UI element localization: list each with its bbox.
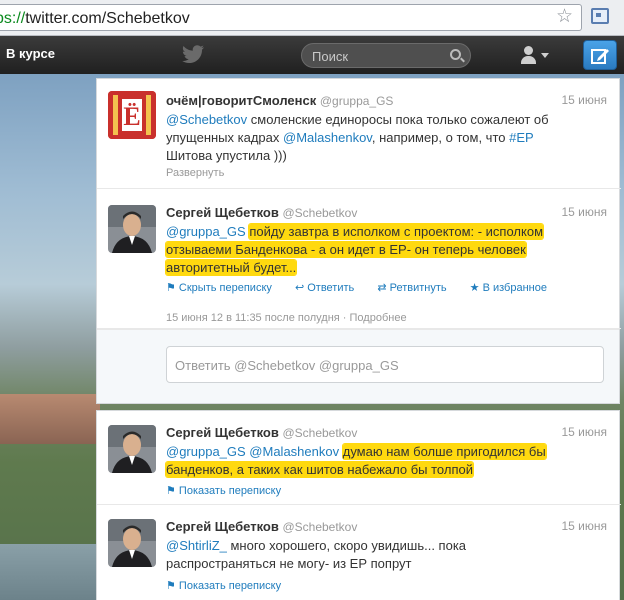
expand-link[interactable]: Развернуть xyxy=(166,167,224,179)
tweet-text: @ShtirliZ_ много хорошего, скоро увидишь… xyxy=(166,538,467,571)
tweet-time[interactable]: 15 июня xyxy=(561,93,607,107)
browser-address-bar: ps://twitter.com/Schebetkov ☆ xyxy=(0,0,624,36)
show-conversation-link[interactable]: ⚑ Показать переписку xyxy=(166,579,281,592)
reply-input[interactable] xyxy=(175,356,595,374)
avatar[interactable] xyxy=(108,519,156,567)
tweet-author[interactable]: Сергей Щебетков @Schebetkov xyxy=(166,425,357,440)
tweet-detail[interactable]: 15 июня 12 в 11:35 после полудня · Подро… xyxy=(166,312,407,324)
tweet-author[interactable]: Сергей Щебетков @Schebetkov xyxy=(166,205,357,220)
tweet-time[interactable]: 15 июня xyxy=(561,519,607,533)
search-icon[interactable] xyxy=(450,49,461,60)
tweet-author[interactable]: очём|говоритСмоленск @gruppa_GS xyxy=(166,93,393,108)
avatar[interactable] xyxy=(108,205,156,253)
user-menu-icon[interactable] xyxy=(520,46,552,66)
tweet-text: @gruppa_GS @Malashenkov думаю нам болше … xyxy=(166,444,546,477)
retweet-button[interactable]: ⇄ Ретвитнуть xyxy=(377,282,456,294)
bookmark-star-icon[interactable]: ☆ xyxy=(556,7,573,27)
tweet-time[interactable]: 15 июня xyxy=(561,425,607,439)
tweet-actions: ⚑ Скрыть переписку ↩ Ответить ⇄ Ретвитну… xyxy=(166,281,567,294)
chevron-down-icon xyxy=(541,53,549,58)
avatar[interactable] xyxy=(108,425,156,473)
search-box[interactable] xyxy=(301,43,471,68)
compose-icon xyxy=(591,49,609,64)
compose-tweet-button[interactable] xyxy=(583,40,617,70)
avatar[interactable]: Ё xyxy=(108,91,156,139)
url-text: ps://twitter.com/Schebetkov xyxy=(0,10,190,27)
conversation-card: Ё очём|говоритСмоленск @gruppa_GS 15 июн… xyxy=(96,78,621,404)
tweet[interactable]: Сергей Щебетков @Schebetkov 15 июня @Sht… xyxy=(97,505,621,600)
timeline: Ё очём|говоритСмоленск @gruppa_GS 15 июн… xyxy=(96,74,621,600)
tweet[interactable]: Сергей Щебетков @Schebetkov 15 июня @gru… xyxy=(97,189,621,329)
tweet-text: @gruppa_GS пойду завтра в исполком с про… xyxy=(166,224,544,275)
tweet-card: Сергей Щебетков @Schebetkov 15 июня @gru… xyxy=(96,410,621,600)
url-field[interactable]: ps://twitter.com/Schebetkov ☆ xyxy=(0,4,582,31)
reply-area xyxy=(97,329,619,403)
nav-discover[interactable]: В курсе xyxy=(6,46,55,61)
twitter-topbar: В курсе xyxy=(0,36,624,74)
tweet-time[interactable]: 15 июня xyxy=(561,205,607,219)
search-input[interactable] xyxy=(312,47,442,65)
twitter-bird-icon[interactable] xyxy=(181,45,205,65)
tweet-author[interactable]: Сергей Щебетков @Schebetkov xyxy=(166,519,357,534)
extension-icon[interactable] xyxy=(591,8,609,24)
tweet-text: @Schebetkov смоленские единоросы пока то… xyxy=(166,112,549,163)
tweet[interactable]: Сергей Щебетков @Schebetkov 15 июня @gru… xyxy=(97,411,621,505)
hide-conversation-link[interactable]: ⚑ Скрыть переписку xyxy=(166,282,282,294)
tweet[interactable]: Ё очём|говоритСмоленск @gruppa_GS 15 июн… xyxy=(97,79,621,189)
show-conversation-link[interactable]: ⚑ Показать переписку xyxy=(166,484,281,497)
reply-button[interactable]: ↩ Ответить xyxy=(295,282,364,294)
reply-box[interactable] xyxy=(166,346,604,383)
svg-text:Ё: Ё xyxy=(123,102,140,131)
favorite-button[interactable]: ★ В избранное xyxy=(470,282,557,294)
